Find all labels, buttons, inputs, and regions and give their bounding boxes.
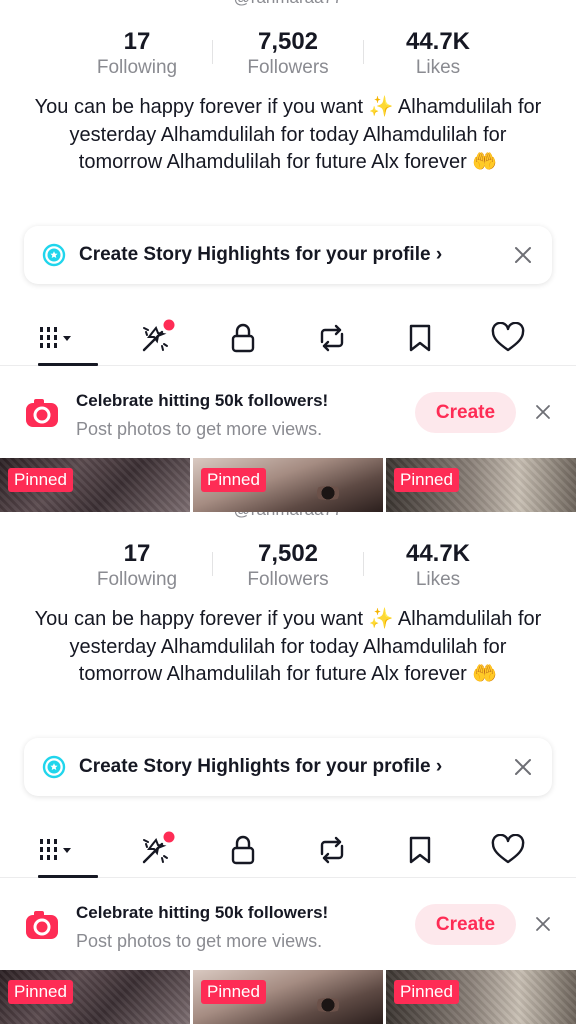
profile-panel-top: @rahmaraa77 17 Following 7,502 Followers… [0, 0, 576, 512]
promo-title: Celebrate hitting 50k followers! [76, 391, 329, 410]
camera-icon [26, 399, 58, 427]
followers-count: 7,502 [257, 540, 319, 567]
tab-reposts[interactable] [310, 318, 354, 358]
promo-title: Celebrate hitting 50k followers! [76, 903, 329, 922]
milestone-promo: Celebrate hitting 50k followers! Post ph… [0, 888, 576, 968]
profile-panel-bottom: @rahmaraa77 17 Following 7,502 Followers… [0, 512, 576, 1024]
chevron-right-icon: › [435, 756, 443, 777]
profile-bio: You can be happy forever if you want ✨ A… [34, 608, 542, 685]
tab-reposts[interactable] [310, 830, 354, 870]
bookmark-icon [409, 836, 431, 864]
heart-icon [491, 322, 525, 352]
close-icon[interactable] [534, 915, 552, 933]
chevron-right-icon: › [435, 244, 443, 265]
video-grid: Pinned Pinned Pinned [0, 458, 576, 512]
sparkle-badge-icon [142, 319, 175, 352]
following-count: 17 [123, 28, 151, 55]
sparkle-badge-icon [142, 831, 175, 864]
tab-favorites[interactable] [398, 318, 442, 358]
close-icon[interactable] [512, 756, 534, 778]
followers-label: Followers [247, 569, 329, 590]
video-thumbnail[interactable]: Pinned [386, 970, 576, 1024]
likes-label: Likes [415, 57, 461, 78]
tab-liked[interactable] [486, 830, 530, 870]
stat-likes[interactable]: 44.7K Likes [363, 28, 513, 80]
lock-icon [231, 323, 255, 353]
video-thumbnail[interactable]: Pinned [0, 970, 190, 1024]
grid-dropdown-icon [40, 839, 71, 860]
video-thumbnail[interactable]: Pinned [193, 458, 383, 512]
tab-favorites[interactable] [398, 830, 442, 870]
tab-notifications[interactable] [134, 318, 178, 358]
stat-followers[interactable]: 7,502 Followers [213, 540, 363, 592]
profile-tab-bar [0, 310, 576, 366]
following-label: Following [96, 57, 178, 78]
stat-likes[interactable]: 44.7K Likes [363, 540, 513, 592]
tab-liked[interactable] [486, 318, 530, 358]
star-circle-icon [42, 243, 66, 267]
following-label: Following [96, 569, 178, 590]
story-highlights-text: Create Story Highlights for your profile… [79, 756, 443, 777]
grid-dropdown-icon [40, 327, 71, 348]
tab-videos[interactable] [36, 318, 80, 358]
active-tab-indicator [38, 875, 98, 878]
repost-icon [320, 836, 344, 864]
followers-label: Followers [247, 57, 329, 78]
pinned-badge: Pinned [8, 468, 73, 492]
thumbnail-image [311, 998, 345, 1012]
pinned-badge: Pinned [201, 468, 266, 492]
bookmark-icon [409, 324, 431, 352]
story-highlights-card[interactable]: Create Story Highlights for your profile… [24, 226, 552, 284]
repost-icon [320, 324, 344, 352]
profile-username: @rahmaraa77 [0, 512, 576, 520]
tab-private[interactable] [221, 318, 265, 358]
pinned-badge: Pinned [201, 980, 266, 1004]
lock-icon [231, 835, 255, 865]
active-tab-indicator [38, 363, 98, 366]
create-button[interactable]: Create [415, 392, 516, 433]
stat-followers[interactable]: 7,502 Followers [213, 28, 363, 80]
profile-stats: 17 Following 7,502 Followers 44.7K Likes [0, 540, 576, 594]
likes-label: Likes [415, 569, 461, 590]
pinned-badge: Pinned [394, 980, 459, 1004]
profile-stats: 17 Following 7,502 Followers 44.7K Likes [0, 28, 576, 82]
story-highlights-card[interactable]: Create Story Highlights for your profile… [24, 738, 552, 796]
likes-count: 44.7K [405, 28, 471, 55]
tab-private[interactable] [221, 830, 265, 870]
pinned-badge: Pinned [8, 980, 73, 1004]
following-count: 17 [123, 540, 151, 567]
video-thumbnail[interactable]: Pinned [193, 970, 383, 1024]
video-thumbnail[interactable]: Pinned [386, 458, 576, 512]
create-button[interactable]: Create [415, 904, 516, 945]
tab-videos[interactable] [36, 830, 80, 870]
star-circle-icon [42, 755, 66, 779]
camera-icon [26, 911, 58, 939]
milestone-promo: Celebrate hitting 50k followers! Post ph… [0, 376, 576, 456]
stat-following[interactable]: 17 Following [62, 540, 212, 592]
followers-count: 7,502 [257, 28, 319, 55]
profile-username: @rahmaraa77 [0, 0, 576, 8]
promo-subtitle: Post photos to get more views. [76, 419, 323, 439]
thumbnail-image [311, 486, 345, 500]
tab-notifications[interactable] [134, 830, 178, 870]
heart-icon [491, 834, 525, 864]
likes-count: 44.7K [405, 540, 471, 567]
profile-bio: You can be happy forever if you want ✨ A… [34, 96, 542, 173]
video-thumbnail[interactable]: Pinned [0, 458, 190, 512]
stat-following[interactable]: 17 Following [62, 28, 212, 80]
profile-tab-bar [0, 822, 576, 878]
promo-subtitle: Post photos to get more views. [76, 931, 323, 951]
close-icon[interactable] [512, 244, 534, 266]
video-grid: Pinned Pinned Pinned [0, 970, 576, 1024]
close-icon[interactable] [534, 403, 552, 421]
story-highlights-text: Create Story Highlights for your profile… [79, 244, 443, 265]
pinned-badge: Pinned [394, 468, 459, 492]
